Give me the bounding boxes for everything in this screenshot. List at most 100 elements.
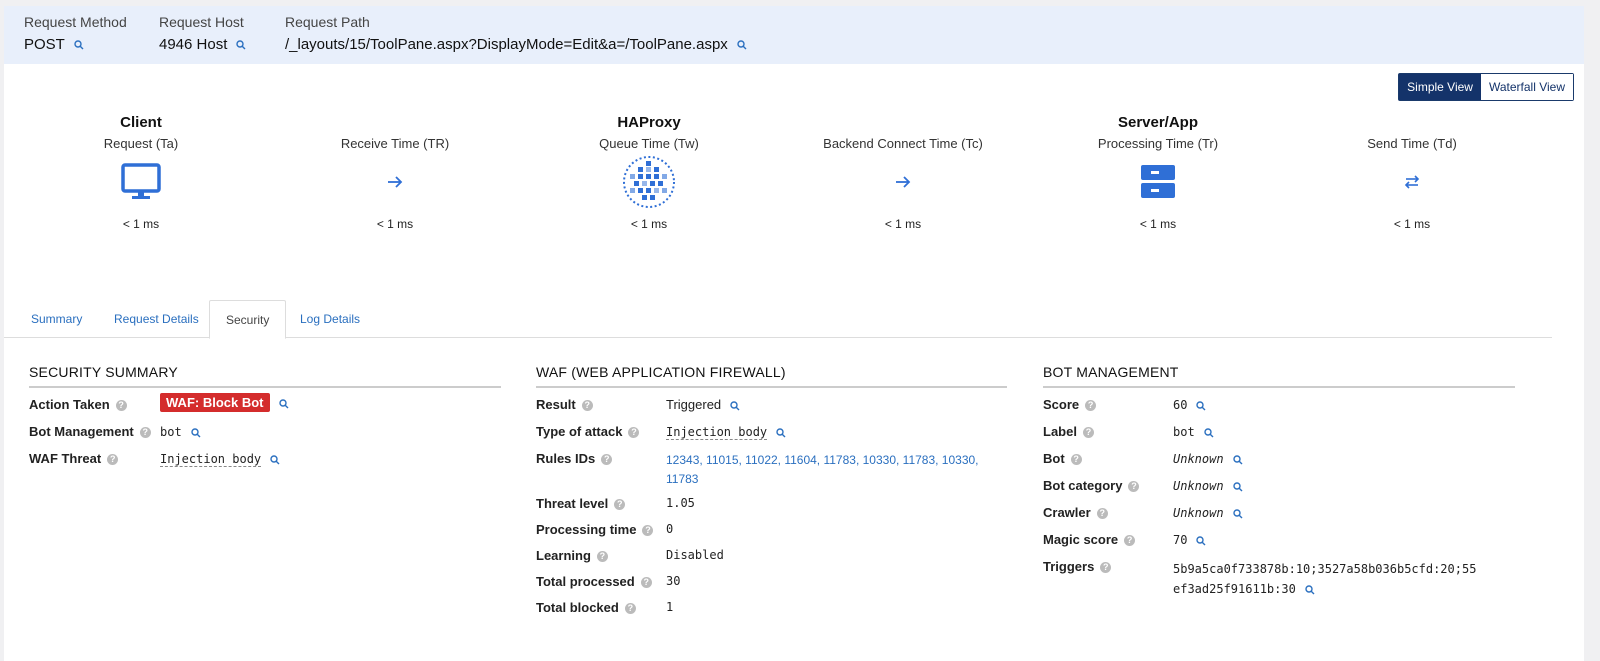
request-method-field: Request Method POST (24, 14, 127, 54)
help-icon[interactable]: ? (624, 603, 636, 615)
request-detail-page: Request Method POST Request Host 4946 Ho… (4, 6, 1584, 661)
score-value: 60 (1173, 397, 1207, 412)
monitor-icon (11, 159, 271, 205)
stage-label: Backend Connect Time (Tc) (823, 136, 983, 151)
arrow-right-icon (773, 159, 1033, 205)
tab-summary[interactable]: Summary (15, 300, 98, 338)
search-icon[interactable] (1232, 508, 1244, 520)
waf-threat-label: WAF Threat? (29, 451, 119, 466)
search-icon[interactable] (775, 427, 787, 439)
waf-panel: WAF (WEB APPLICATION FIREWALL) Result? T… (536, 364, 1007, 626)
search-icon[interactable] (729, 400, 741, 412)
view-toggle: Simple View Waterfall View (1398, 73, 1574, 101)
search-icon[interactable] (73, 39, 85, 51)
waf-threat-row: WAF Threat? Injection body (29, 451, 501, 478)
help-icon[interactable]: ? (614, 499, 626, 511)
help-icon[interactable]: ? (115, 400, 127, 412)
stage-send-time: Send Time (Td) < 1 ms (1282, 114, 1542, 231)
stage-time: < 1 ms (884, 217, 922, 231)
help-icon[interactable]: ? (1085, 400, 1097, 412)
type-of-attack-label: Type of attack? (536, 424, 640, 439)
search-icon[interactable] (235, 39, 247, 51)
stage-label: Queue Time (Tw) (599, 136, 699, 151)
help-icon[interactable]: ? (581, 400, 593, 412)
request-path-value: /_layouts/15/ToolPane.aspx?DisplayMode=E… (285, 36, 728, 53)
bot-category-row: Bot category? Unknown (1043, 478, 1515, 505)
bot-management-panel: BOT MANAGEMENT Score? 60 Label? bot Bot?… (1043, 364, 1515, 603)
stage-name: HAProxy (617, 114, 681, 131)
search-icon[interactable] (278, 398, 290, 410)
total-processed-value: 30 (666, 574, 681, 588)
help-icon[interactable]: ? (628, 427, 640, 439)
rules-ids-link-line[interactable]: 11783 (666, 470, 979, 489)
detail-tabs: Summary Request Details Security Log Det… (4, 300, 1552, 339)
help-icon[interactable]: ? (1100, 562, 1112, 574)
help-icon[interactable]: ? (642, 525, 654, 537)
bot-management-row: Bot Management? bot (29, 424, 501, 451)
action-taken-label: Action Taken? (29, 397, 127, 412)
help-icon[interactable]: ? (601, 454, 613, 466)
search-icon[interactable] (736, 39, 748, 51)
bot-label: Bot? (1043, 451, 1082, 466)
stage-time: < 1 ms (122, 217, 160, 231)
request-method-value: POST (24, 36, 65, 53)
request-host-label: Request Host (159, 14, 244, 30)
server-icon (1028, 159, 1288, 205)
timing-flow: Client Request (Ta) < 1 ms Receive Time … (4, 114, 1564, 254)
help-icon[interactable]: ? (107, 454, 119, 466)
rules-ids-value: 12343, 11015, 11022, 11604, 11783, 10330… (666, 451, 979, 489)
total-blocked-row: Total blocked? 1 (536, 600, 1007, 626)
total-blocked-label: Total blocked? (536, 600, 636, 615)
tab-request-details[interactable]: Request Details (98, 300, 215, 338)
help-icon[interactable]: ? (1128, 481, 1140, 493)
security-summary-title: SECURITY SUMMARY (29, 364, 501, 388)
processing-time-label: Processing time? (536, 522, 654, 537)
stage-haproxy: HAProxy Queue Time (Tw) < 1 ms (519, 114, 779, 231)
help-icon[interactable]: ? (1096, 508, 1108, 520)
waterfall-view-button[interactable]: Waterfall View (1480, 74, 1573, 100)
tab-log-details[interactable]: Log Details (284, 300, 376, 338)
help-icon[interactable]: ? (596, 551, 608, 563)
triggers-value: 5b9a5ca0f733878b:10;3527a58b036b5cfd:20;… (1173, 562, 1477, 596)
stage-label: Receive Time (TR) (340, 136, 450, 151)
haproxy-logo-icon (519, 156, 779, 208)
triggers-label: Triggers? (1043, 559, 1112, 574)
stage-client: Client Request (Ta) < 1 ms (11, 114, 271, 231)
simple-view-button[interactable]: Simple View (1399, 74, 1481, 100)
bot-category-value: Unknown (1173, 478, 1244, 493)
search-icon[interactable] (1195, 400, 1207, 412)
learning-value: Disabled (666, 548, 724, 562)
help-icon[interactable]: ? (1124, 535, 1136, 547)
crawler-row: Crawler? Unknown (1043, 505, 1515, 532)
search-icon[interactable] (1232, 481, 1244, 493)
action-taken-value: WAF: Block Bot (160, 393, 290, 412)
stage-name (773, 114, 1033, 134)
tab-security[interactable]: Security (209, 300, 287, 339)
request-method-label: Request Method (24, 14, 127, 30)
total-processed-label: Total processed? (536, 574, 652, 589)
search-icon[interactable] (1232, 454, 1244, 466)
rules-ids-label: Rules IDs? (536, 451, 613, 466)
search-icon[interactable] (269, 454, 281, 466)
help-icon[interactable]: ? (139, 427, 151, 439)
stage-time: < 1 ms (630, 217, 668, 231)
score-row: Score? 60 (1043, 397, 1515, 424)
waf-title: WAF (WEB APPLICATION FIREWALL) (536, 364, 1007, 388)
search-icon[interactable] (1195, 535, 1207, 547)
type-of-attack-row: Type of attack? Injection body (536, 424, 1007, 451)
waf-threat-value: Injection body (160, 451, 281, 467)
rules-ids-link-line[interactable]: 12343, 11015, 11022, 11604, 11783, 10330… (666, 451, 979, 470)
request-path-label: Request Path (285, 14, 370, 30)
stage-name: Server/App (1117, 114, 1199, 131)
arrow-right-icon (265, 159, 525, 205)
search-icon[interactable] (190, 427, 202, 439)
search-icon[interactable] (1203, 427, 1215, 439)
stage-name: Client (120, 114, 162, 131)
help-icon[interactable]: ? (1070, 454, 1082, 466)
result-value: Triggered (666, 397, 741, 412)
search-icon[interactable] (1304, 584, 1316, 596)
help-icon[interactable]: ? (640, 577, 652, 589)
help-icon[interactable]: ? (1082, 427, 1094, 439)
stage-receive-time: Receive Time (TR) < 1 ms (265, 114, 525, 231)
total-processed-row: Total processed? 30 (536, 574, 1007, 600)
